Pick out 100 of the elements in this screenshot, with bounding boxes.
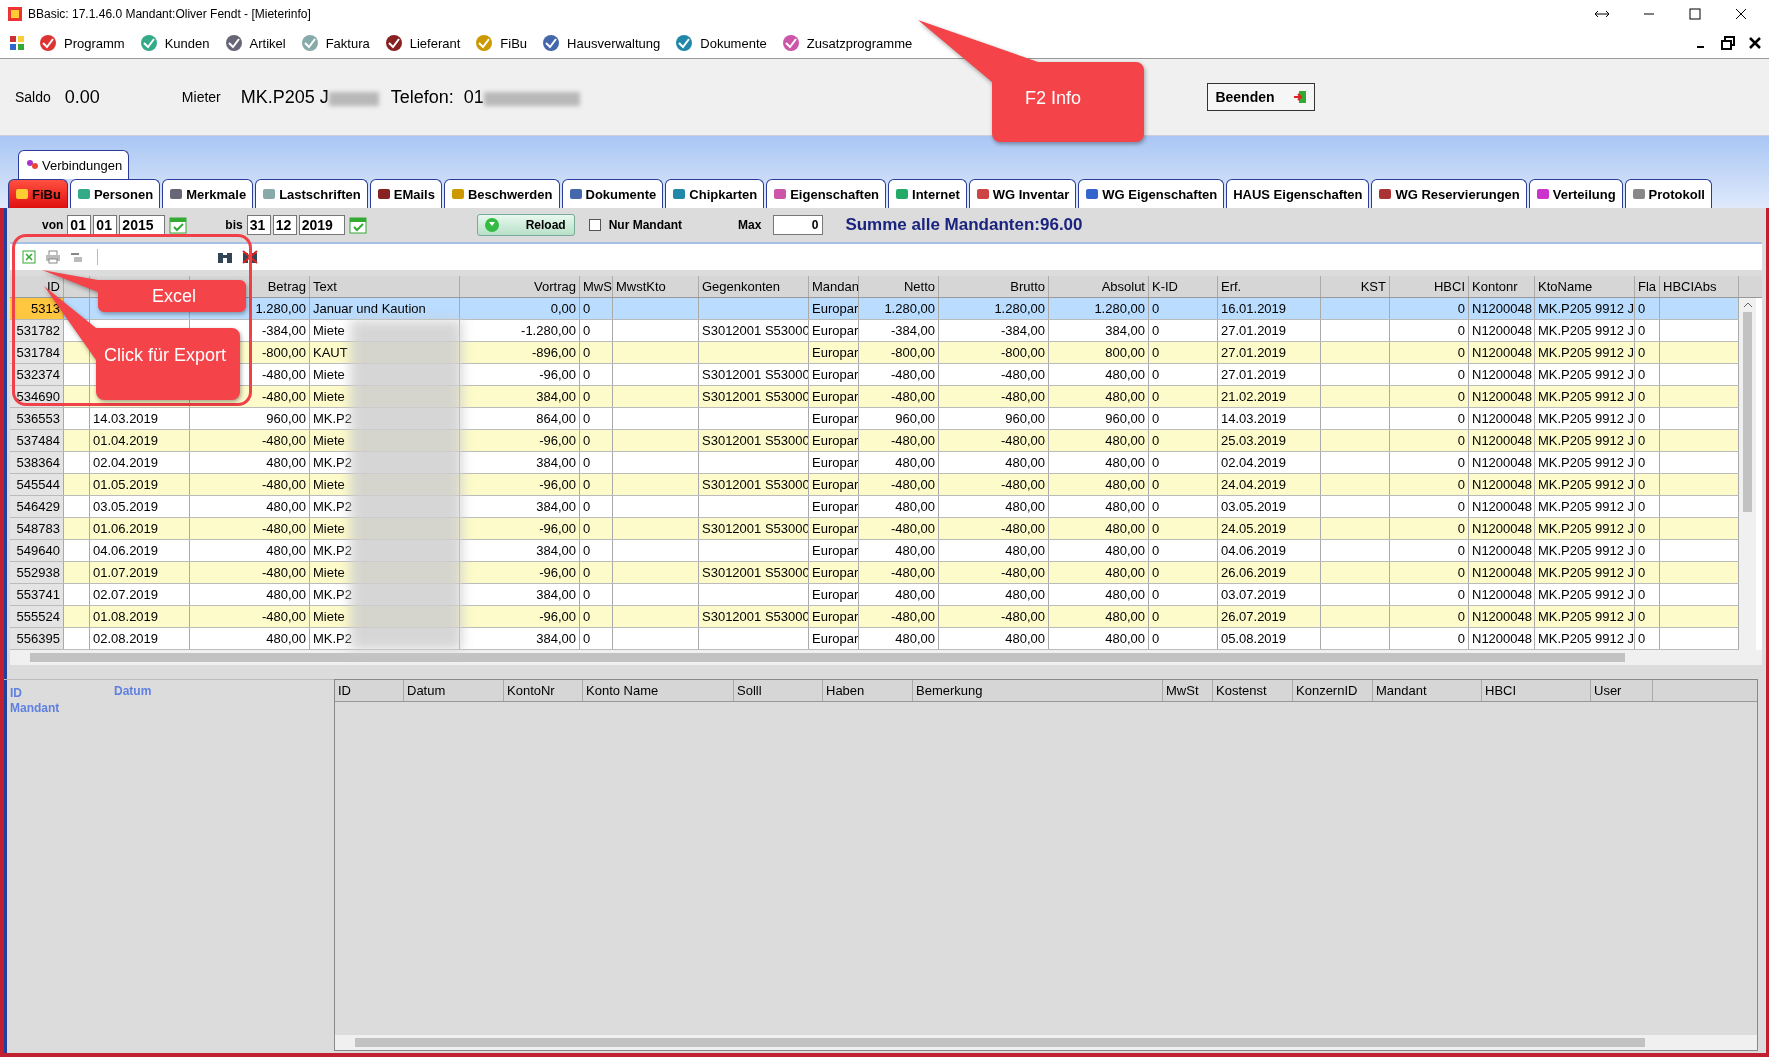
calendar-icon[interactable] bbox=[348, 216, 367, 234]
column-header[interactable]: Bemerkung bbox=[913, 680, 1163, 701]
tab[interactable]: HAUS Eigenschaften bbox=[1226, 179, 1370, 208]
table-row[interactable]: 546429 03.05.2019 480,00 MK.P2 384,00 0 Europar 480,00 480,00 480,00 0 03.05.2019 0 N1200048 MK.P205 9912 J 0 bbox=[10, 496, 1739, 518]
menu-item[interactable]: Programm bbox=[38, 30, 125, 56]
column-header[interactable]: Haben bbox=[823, 680, 913, 701]
saldo-label: Saldo bbox=[15, 89, 51, 105]
tab[interactable]: Eigenschaften bbox=[766, 179, 887, 208]
menu-item[interactable]: Hausverwaltung bbox=[541, 30, 661, 56]
quit-button[interactable]: Beenden bbox=[1207, 83, 1315, 111]
menu-item[interactable]: Zusatzprogramme bbox=[780, 30, 913, 56]
table-cell: N1200048 bbox=[1469, 430, 1535, 451]
column-header[interactable]: MwS bbox=[580, 276, 613, 297]
resize-icon[interactable] bbox=[1595, 10, 1609, 18]
menu-item[interactable]: Lieferant bbox=[383, 30, 461, 56]
column-header[interactable]: Erf. bbox=[1218, 276, 1321, 297]
column-header[interactable]: Konto Name bbox=[583, 680, 734, 701]
table-row[interactable]: 556395 02.08.2019 480,00 MK.P2 384,00 0 Europar 480,00 480,00 480,00 0 05.08.2019 0 N1200048 MK.P205 9912 J 0 bbox=[10, 628, 1739, 650]
table-cell: 0 bbox=[1390, 628, 1469, 649]
column-header[interactable]: Mandant bbox=[1373, 680, 1482, 701]
tab[interactable]: Personen bbox=[69, 179, 161, 208]
columns-icon[interactable] bbox=[70, 250, 84, 264]
column-header[interactable]: Gegenkonten bbox=[699, 276, 809, 297]
close-icon[interactable] bbox=[1735, 8, 1747, 20]
tab[interactable]: WG Inventar bbox=[968, 179, 1077, 208]
date-field[interactable]: 2019 bbox=[298, 215, 345, 235]
tab[interactable]: Beschwerden bbox=[443, 179, 560, 208]
table-cell: 05.08.2019 bbox=[1218, 628, 1321, 649]
menu-item[interactable]: FiBu bbox=[474, 30, 528, 56]
table-cell: 27.01.2019 bbox=[1218, 364, 1321, 385]
menu-item[interactable]: Faktura bbox=[299, 30, 370, 56]
tab[interactable]: Verbindungen bbox=[18, 150, 130, 179]
checkbox[interactable] bbox=[588, 219, 601, 231]
column-header[interactable]: MwstKto bbox=[613, 276, 699, 297]
tab[interactable]: FiBu bbox=[8, 179, 68, 208]
column-header[interactable]: KST bbox=[1321, 276, 1390, 297]
column-header[interactable]: Text bbox=[310, 276, 460, 297]
table-cell: 531782 bbox=[10, 320, 64, 341]
tab[interactable]: Verteilung bbox=[1528, 179, 1623, 208]
spreadsheet-icon[interactable] bbox=[22, 250, 36, 264]
close-icon[interactable] bbox=[1749, 37, 1761, 49]
column-header[interactable]: Datum bbox=[404, 680, 504, 701]
column-header[interactable]: KtoName bbox=[1535, 276, 1635, 297]
maximize-icon[interactable] bbox=[1689, 8, 1701, 20]
scrollbar-thumb[interactable] bbox=[355, 1038, 1645, 1047]
column-header[interactable]: Absolut bbox=[1049, 276, 1149, 297]
table-cell: N1200048 bbox=[1469, 518, 1535, 539]
tab[interactable]: WG Eigenschaften bbox=[1078, 179, 1225, 208]
tab[interactable]: Protokoll bbox=[1624, 179, 1712, 208]
table-row[interactable]: 549640 04.06.2019 480,00 MK.P2 384,00 0 Europar 480,00 480,00 480,00 0 04.06.2019 0 N1200048 MK.P205 9912 J 0 bbox=[10, 540, 1739, 562]
menu-item[interactable]: Artikel bbox=[223, 30, 286, 56]
table-row[interactable]: 536553 14.03.2019 960,00 MK.P2 864,00 0 Europar 960,00 960,00 960,00 0 14.03.2019 0 N1200048 MK.P205 9912 J 0 bbox=[10, 408, 1739, 430]
scroll-up-icon[interactable] bbox=[1742, 302, 1753, 308]
table-cell: N1200048 bbox=[1469, 474, 1535, 495]
tab[interactable]: Chipkarten bbox=[665, 179, 765, 208]
tab[interactable]: Merkmale bbox=[162, 179, 254, 208]
column-header[interactable]: Mandan bbox=[809, 276, 859, 297]
scrollbar-thumb[interactable] bbox=[30, 653, 1625, 662]
date-field[interactable]: 01 bbox=[67, 215, 92, 235]
table-cell: -480,00 bbox=[859, 518, 939, 539]
column-header[interactable]: HBCIAbs bbox=[1660, 276, 1739, 297]
grid-icon[interactable] bbox=[10, 36, 24, 50]
reload-button[interactable]: Reload bbox=[476, 214, 575, 236]
column-header[interactable]: K-ID bbox=[1149, 276, 1218, 297]
column-header[interactable]: Kontonr bbox=[1469, 276, 1535, 297]
menu-item[interactable]: Kunden bbox=[138, 30, 210, 56]
column-header[interactable]: Vortrag bbox=[460, 276, 580, 297]
max-field[interactable]: 0 bbox=[773, 215, 824, 235]
column-header[interactable]: User bbox=[1591, 680, 1653, 701]
date-field[interactable]: 2015 bbox=[119, 215, 166, 235]
binoculars-cross-icon[interactable] bbox=[242, 250, 258, 264]
tab[interactable]: Lastschriften bbox=[255, 179, 368, 208]
table-row[interactable]: 553741 02.07.2019 480,00 MK.P2 384,00 0 Europar 480,00 480,00 480,00 0 03.07.2019 0 N1200048 MK.P205 9912 J 0 bbox=[10, 584, 1739, 606]
column-header[interactable]: Solll bbox=[734, 680, 823, 701]
table-row[interactable]: 538364 02.04.2019 480,00 MK.P2 384,00 0 Europar 480,00 480,00 480,00 0 02.04.2019 0 N1200048 MK.P205 9912 J 0 bbox=[10, 452, 1739, 474]
column-header[interactable]: KontoNr bbox=[504, 680, 583, 701]
column-header[interactable]: ID bbox=[335, 680, 404, 701]
scrollbar-thumb[interactable] bbox=[1743, 312, 1752, 512]
printer-icon[interactable] bbox=[45, 250, 61, 264]
date-field[interactable]: 01 bbox=[93, 215, 118, 235]
column-header[interactable]: HBCI bbox=[1390, 276, 1469, 297]
tab[interactable]: WG Reservierungen bbox=[1371, 179, 1527, 208]
column-header[interactable]: HBCI bbox=[1482, 680, 1591, 701]
calendar-icon[interactable] bbox=[169, 216, 188, 234]
column-header[interactable]: KonzernID bbox=[1293, 680, 1373, 701]
column-header[interactable]: Brutto bbox=[939, 276, 1049, 297]
table-cell: 0 bbox=[1390, 606, 1469, 627]
column-header[interactable]: Netto bbox=[859, 276, 939, 297]
date-field[interactable]: 12 bbox=[272, 215, 297, 235]
tab[interactable]: EMails bbox=[369, 179, 442, 208]
tab[interactable]: Dokumente bbox=[561, 179, 664, 208]
binoculars-icon[interactable] bbox=[217, 250, 233, 264]
column-header[interactable]: MwSt bbox=[1163, 680, 1213, 701]
table-cell: 480,00 bbox=[1049, 628, 1149, 649]
column-header[interactable]: Fla bbox=[1635, 276, 1660, 297]
restore-icon[interactable] bbox=[1721, 36, 1735, 50]
tab[interactable]: Internet bbox=[888, 179, 967, 208]
date-field[interactable]: 31 bbox=[246, 215, 271, 235]
menu-item[interactable]: Dokumente bbox=[674, 30, 767, 56]
column-header[interactable]: Kostenst bbox=[1213, 680, 1293, 701]
